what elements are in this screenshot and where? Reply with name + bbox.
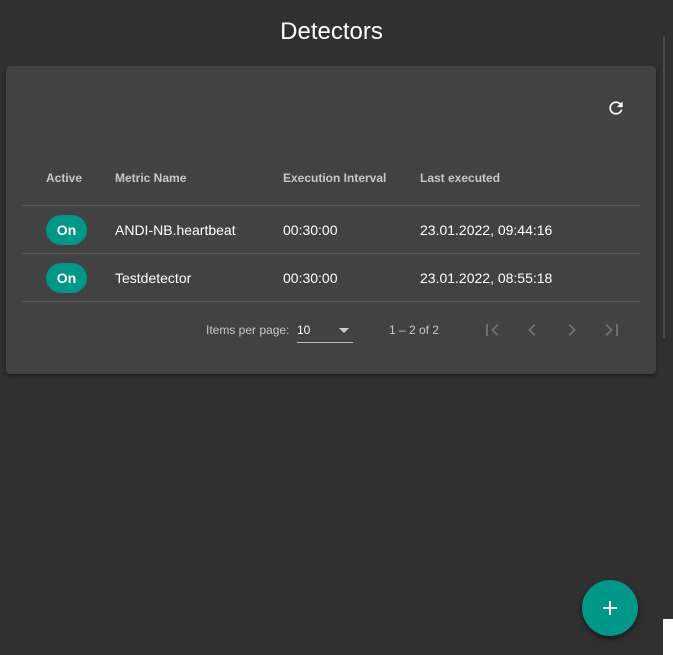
paginator: Items per page: 10 1 – 2 of 2 (6, 302, 656, 358)
scrollbar[interactable] (663, 36, 665, 338)
active-toggle-button[interactable]: On (46, 263, 87, 293)
page-range-label: 1 – 2 of 2 (389, 323, 440, 337)
add-detector-button[interactable] (582, 580, 638, 636)
table-row[interactable]: On Testdetector 00:30:00 23.01.2022, 08:… (22, 254, 640, 302)
items-per-page-value: 10 (297, 323, 311, 337)
last-page-icon (605, 324, 618, 336)
last-page-button[interactable] (598, 316, 626, 344)
execution-interval-cell: 00:30:00 (283, 270, 338, 286)
corner-panel (663, 619, 673, 655)
detectors-card: Active Metric Name Execution Interval La… (6, 66, 656, 374)
metric-name-cell: Testdetector (115, 270, 192, 286)
chevron-left-icon (528, 324, 536, 336)
detectors-page: Detectors Active Metric Name Execution I… (0, 0, 673, 655)
first-page-icon (486, 324, 499, 336)
plus-icon (603, 601, 617, 615)
detectors-table: Active Metric Name Execution Interval La… (22, 156, 640, 302)
previous-page-button[interactable] (518, 316, 546, 344)
active-toggle-button[interactable]: On (46, 215, 87, 245)
header-active[interactable]: Active (46, 171, 82, 185)
header-metric-name[interactable]: Metric Name (115, 171, 186, 185)
refresh-icon (609, 101, 623, 115)
chevron-right-icon (568, 324, 576, 336)
table-row[interactable]: On ANDI-NB.heartbeat 00:30:00 23.01.2022… (22, 206, 640, 254)
table-header: Active Metric Name Execution Interval La… (22, 156, 640, 206)
execution-interval-cell: 00:30:00 (283, 222, 338, 238)
refresh-button[interactable] (602, 94, 630, 122)
items-per-page-select[interactable]: 10 (297, 316, 353, 343)
caret-down-icon (339, 328, 349, 333)
page-title: Detectors (280, 18, 383, 45)
last-executed-cell: 23.01.2022, 08:55:18 (420, 270, 553, 286)
last-executed-cell: 23.01.2022, 09:44:16 (420, 222, 553, 238)
next-page-button[interactable] (558, 316, 586, 344)
header-last-executed[interactable]: Last executed (420, 171, 500, 185)
first-page-button[interactable] (478, 316, 506, 344)
metric-name-cell: ANDI-NB.heartbeat (115, 222, 236, 238)
header-execution-interval[interactable]: Execution Interval (283, 171, 386, 185)
items-per-page-label: Items per page: (206, 323, 290, 337)
